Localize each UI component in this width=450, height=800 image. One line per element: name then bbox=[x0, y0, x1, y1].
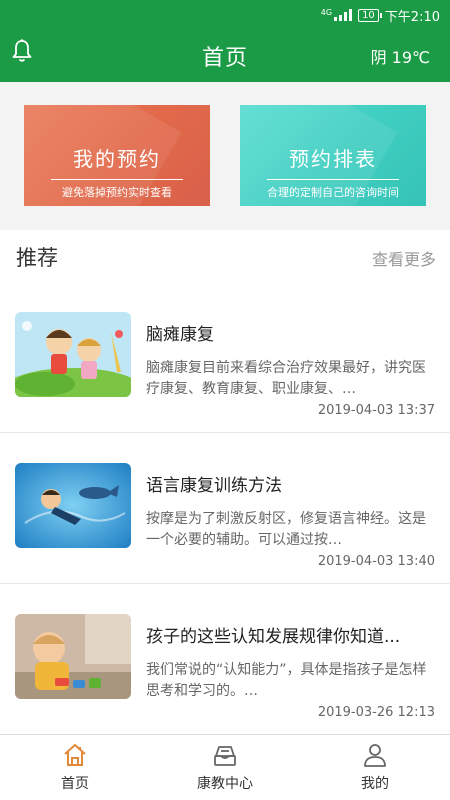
article-thumbnail bbox=[15, 312, 131, 397]
article-summary: 按摩是为了刺激反射区，修复语言神经。这是一个必要的辅助。可以通过按… bbox=[146, 511, 426, 548]
tab-mine[interactable]: 我的 bbox=[300, 735, 450, 800]
list-item[interactable]: 脑瘫康复 脑瘫康复目前来看综合治疗效果最好，讲究医疗康复、教育康复、职业康复、…… bbox=[0, 282, 450, 433]
bottom-tab-bar: 首页 康教中心 我的 bbox=[0, 734, 450, 800]
user-icon bbox=[364, 744, 386, 767]
status-bar: 4G 10 下午2:10 bbox=[0, 0, 450, 30]
card-divider bbox=[51, 179, 183, 180]
tab-label: 首页 bbox=[61, 776, 89, 792]
article-list: 脑瘫康复 脑瘫康复目前来看综合治疗效果最好，讲究医疗康复、教育康复、职业康复、…… bbox=[0, 282, 450, 735]
article-thumbnail bbox=[15, 463, 131, 548]
battery-level: 10 bbox=[362, 9, 375, 21]
list-item[interactable]: 孩子的这些认知发展规律你知道... 我们常说的“认知能力”，具体是指孩子是怎样思… bbox=[0, 584, 450, 735]
article-date: 2019-04-03 13:37 bbox=[317, 403, 435, 418]
article-date: 2019-04-03 13:40 bbox=[317, 554, 435, 569]
card-divider bbox=[267, 179, 399, 180]
weather-label: 阴 19℃ bbox=[370, 48, 430, 67]
card-title: 预约排表 bbox=[289, 147, 377, 171]
battery-icon: 10 bbox=[358, 8, 382, 22]
recommend-title: 推荐 bbox=[16, 246, 58, 270]
appointment-schedule-card[interactable]: 预约排表 合理的定制自己的咨询时间 bbox=[240, 105, 426, 206]
tab-education-center[interactable]: 康教中心 bbox=[150, 735, 300, 800]
view-more-link[interactable]: 查看更多 bbox=[372, 246, 436, 270]
card-title: 我的预约 bbox=[73, 147, 161, 171]
home-icon bbox=[64, 744, 86, 766]
tab-label: 康教中心 bbox=[197, 776, 253, 792]
article-title: 孩子的这些认知发展规律你知道... bbox=[146, 627, 401, 647]
my-appointment-card[interactable]: 我的预约 避免落掉预约实时查看 bbox=[24, 105, 210, 206]
tab-label: 我的 bbox=[361, 776, 389, 792]
quick-actions: 我的预约 避免落掉预约实时查看 预约排表 合理的定制自己的咨询时间 bbox=[0, 82, 450, 230]
card-subtitle: 避免落掉预约实时查看 bbox=[62, 186, 172, 199]
article-summary: 脑瘫康复目前来看综合治疗效果最好，讲究医疗康复、教育康复、职业康复、… bbox=[146, 360, 426, 397]
list-item[interactable]: 语言康复训练方法 按摩是为了刺激反射区，修复语言神经。这是一个必要的辅助。可以通… bbox=[0, 433, 450, 584]
recommend-header: 推荐 查看更多 bbox=[0, 230, 450, 282]
article-summary: 我们常说的“认知能力”，具体是指孩子是怎样思考和学习的。… bbox=[146, 662, 427, 699]
network-type: 4G bbox=[320, 8, 333, 17]
article-title: 语言康复训练方法 bbox=[146, 476, 282, 496]
signal-icon bbox=[334, 9, 353, 21]
card-subtitle: 合理的定制自己的咨询时间 bbox=[267, 186, 399, 199]
article-thumbnail bbox=[15, 614, 131, 699]
tab-home[interactable]: 首页 bbox=[0, 735, 150, 800]
clock: 下午2:10 bbox=[384, 9, 440, 25]
article-date: 2019-03-26 12:13 bbox=[317, 705, 435, 720]
inbox-icon bbox=[214, 746, 236, 766]
article-title: 脑瘫康复 bbox=[146, 325, 214, 345]
app-header: 首页 阴 19℃ bbox=[0, 30, 450, 82]
